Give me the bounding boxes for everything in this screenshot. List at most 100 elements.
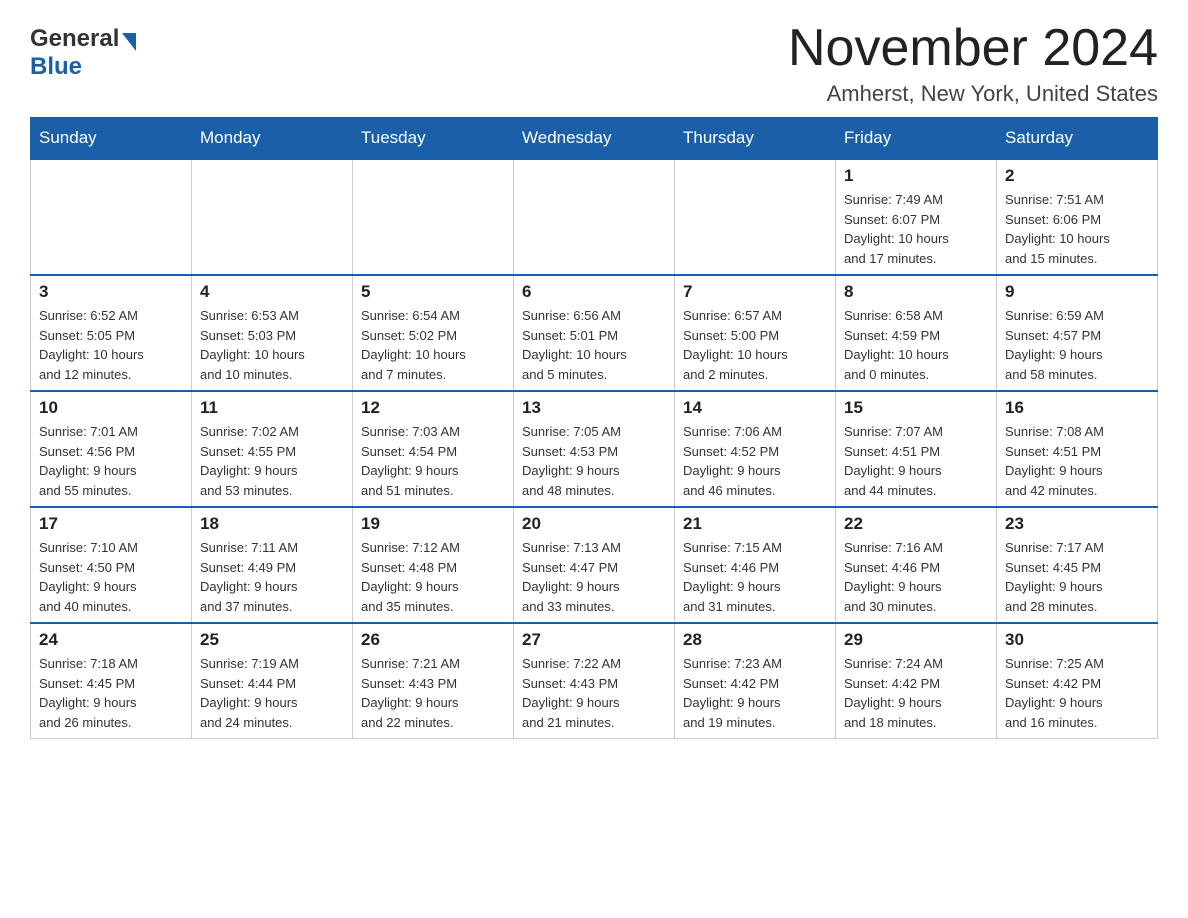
calendar-cell: 24 Sunrise: 7:18 AM Sunset: 4:45 PM Dayli… — [31, 623, 192, 739]
logo: General Blue — [30, 25, 136, 81]
day-info: Sunrise: 6:59 AM Sunset: 4:57 PM Dayligh… — [1005, 306, 1149, 384]
day-number: 26 — [361, 630, 505, 650]
day-info: Sunrise: 7:11 AM Sunset: 4:49 PM Dayligh… — [200, 538, 344, 616]
day-number: 3 — [39, 282, 183, 302]
day-info: Sunrise: 6:52 AM Sunset: 5:05 PM Dayligh… — [39, 306, 183, 384]
day-number: 2 — [1005, 166, 1149, 186]
day-number: 27 — [522, 630, 666, 650]
day-info: Sunrise: 7:19 AM Sunset: 4:44 PM Dayligh… — [200, 654, 344, 732]
day-number: 9 — [1005, 282, 1149, 302]
day-number: 29 — [844, 630, 988, 650]
day-info: Sunrise: 7:24 AM Sunset: 4:42 PM Dayligh… — [844, 654, 988, 732]
day-number: 15 — [844, 398, 988, 418]
calendar-cell: 27 Sunrise: 7:22 AM Sunset: 4:43 PM Dayli… — [514, 623, 675, 739]
calendar-cell: 12 Sunrise: 7:03 AM Sunset: 4:54 PM Dayli… — [353, 391, 514, 507]
calendar-cell: 30Sunrise: 7:25 AM Sunset: 4:42 PM Dayli… — [997, 623, 1158, 739]
day-number: 17 — [39, 514, 183, 534]
day-number: 4 — [200, 282, 344, 302]
week-row-5: 24 Sunrise: 7:18 AM Sunset: 4:45 PM Dayli… — [31, 623, 1158, 739]
calendar-cell: 2 Sunrise: 7:51 AM Sunset: 6:06 PM Daylig… — [997, 159, 1158, 275]
calendar-cell: 29 Sunrise: 7:24 AM Sunset: 4:42 PM Dayli… — [836, 623, 997, 739]
week-row-2: 3 Sunrise: 6:52 AM Sunset: 5:05 PM Daylig… — [31, 275, 1158, 391]
calendar-cell: 8 Sunrise: 6:58 AM Sunset: 4:59 PM Daylig… — [836, 275, 997, 391]
calendar-cell: 5Sunrise: 6:54 AM Sunset: 5:02 PM Daylig… — [353, 275, 514, 391]
day-info: Sunrise: 7:06 AM Sunset: 4:52 PM Dayligh… — [683, 422, 827, 500]
day-info: Sunrise: 7:49 AM Sunset: 6:07 PM Dayligh… — [844, 190, 988, 268]
calendar-cell: 7 Sunrise: 6:57 AM Sunset: 5:00 PM Daylig… — [675, 275, 836, 391]
calendar-cell: 28 Sunrise: 7:23 AM Sunset: 4:42 PM Dayli… — [675, 623, 836, 739]
calendar-cell: 21 Sunrise: 7:15 AM Sunset: 4:46 PM Dayli… — [675, 507, 836, 623]
weekday-header-thursday: Thursday — [675, 118, 836, 160]
day-number: 21 — [683, 514, 827, 534]
calendar-cell: 25 Sunrise: 7:19 AM Sunset: 4:44 PM Dayli… — [192, 623, 353, 739]
weekday-header-saturday: Saturday — [997, 118, 1158, 160]
day-info: Sunrise: 7:16 AM Sunset: 4:46 PM Dayligh… — [844, 538, 988, 616]
logo-general-text: General — [30, 25, 136, 53]
day-info: Sunrise: 7:51 AM Sunset: 6:06 PM Dayligh… — [1005, 190, 1149, 268]
weekday-header-sunday: Sunday — [31, 118, 192, 160]
day-number: 7 — [683, 282, 827, 302]
day-info: Sunrise: 7:02 AM Sunset: 4:55 PM Dayligh… — [200, 422, 344, 500]
calendar-cell: 18Sunrise: 7:11 AM Sunset: 4:49 PM Dayli… — [192, 507, 353, 623]
day-info: Sunrise: 6:54 AM Sunset: 5:02 PM Dayligh… — [361, 306, 505, 384]
month-title: November 2024 — [788, 20, 1158, 77]
calendar-cell: 26Sunrise: 7:21 AM Sunset: 4:43 PM Dayli… — [353, 623, 514, 739]
calendar-cell — [192, 159, 353, 275]
calendar-cell — [675, 159, 836, 275]
day-info: Sunrise: 6:53 AM Sunset: 5:03 PM Dayligh… — [200, 306, 344, 384]
day-info: Sunrise: 7:15 AM Sunset: 4:46 PM Dayligh… — [683, 538, 827, 616]
day-number: 1 — [844, 166, 988, 186]
calendar-cell: 3 Sunrise: 6:52 AM Sunset: 5:05 PM Daylig… — [31, 275, 192, 391]
logo-blue-text: Blue — [30, 53, 82, 81]
calendar-cell: 1 Sunrise: 7:49 AM Sunset: 6:07 PM Daylig… — [836, 159, 997, 275]
day-number: 23 — [1005, 514, 1149, 534]
day-info: Sunrise: 6:56 AM Sunset: 5:01 PM Dayligh… — [522, 306, 666, 384]
day-number: 20 — [522, 514, 666, 534]
day-info: Sunrise: 7:18 AM Sunset: 4:45 PM Dayligh… — [39, 654, 183, 732]
day-number: 6 — [522, 282, 666, 302]
day-number: 8 — [844, 282, 988, 302]
day-info: Sunrise: 7:07 AM Sunset: 4:51 PM Dayligh… — [844, 422, 988, 500]
weekday-header-tuesday: Tuesday — [353, 118, 514, 160]
day-info: Sunrise: 7:23 AM Sunset: 4:42 PM Dayligh… — [683, 654, 827, 732]
day-number: 30 — [1005, 630, 1149, 650]
calendar-cell: 15 Sunrise: 7:07 AM Sunset: 4:51 PM Dayli… — [836, 391, 997, 507]
day-number: 22 — [844, 514, 988, 534]
day-info: Sunrise: 6:58 AM Sunset: 4:59 PM Dayligh… — [844, 306, 988, 384]
day-number: 24 — [39, 630, 183, 650]
calendar-cell — [31, 159, 192, 275]
day-info: Sunrise: 7:22 AM Sunset: 4:43 PM Dayligh… — [522, 654, 666, 732]
calendar-cell: 9 Sunrise: 6:59 AM Sunset: 4:57 PM Daylig… — [997, 275, 1158, 391]
weekday-header-wednesday: Wednesday — [514, 118, 675, 160]
week-row-1: 1 Sunrise: 7:49 AM Sunset: 6:07 PM Daylig… — [31, 159, 1158, 275]
day-number: 12 — [361, 398, 505, 418]
calendar-cell — [514, 159, 675, 275]
day-number: 25 — [200, 630, 344, 650]
weekday-header-friday: Friday — [836, 118, 997, 160]
calendar-cell: 20 Sunrise: 7:13 AM Sunset: 4:47 PM Dayli… — [514, 507, 675, 623]
day-info: Sunrise: 7:17 AM Sunset: 4:45 PM Dayligh… — [1005, 538, 1149, 616]
day-info: Sunrise: 7:03 AM Sunset: 4:54 PM Dayligh… — [361, 422, 505, 500]
calendar-cell: 10 Sunrise: 7:01 AM Sunset: 4:56 PM Dayli… — [31, 391, 192, 507]
title-area: November 2024 Amherst, New York, United … — [788, 20, 1158, 107]
day-info: Sunrise: 7:10 AM Sunset: 4:50 PM Dayligh… — [39, 538, 183, 616]
calendar-cell: 6 Sunrise: 6:56 AM Sunset: 5:01 PM Daylig… — [514, 275, 675, 391]
day-info: Sunrise: 7:12 AM Sunset: 4:48 PM Dayligh… — [361, 538, 505, 616]
day-number: 28 — [683, 630, 827, 650]
weekday-header-monday: Monday — [192, 118, 353, 160]
calendar-cell: 4 Sunrise: 6:53 AM Sunset: 5:03 PM Daylig… — [192, 275, 353, 391]
day-info: Sunrise: 7:13 AM Sunset: 4:47 PM Dayligh… — [522, 538, 666, 616]
day-number: 11 — [200, 398, 344, 418]
calendar-table: SundayMondayTuesdayWednesdayThursdayFrid… — [30, 117, 1158, 739]
day-number: 16 — [1005, 398, 1149, 418]
day-info: Sunrise: 7:01 AM Sunset: 4:56 PM Dayligh… — [39, 422, 183, 500]
day-number: 19 — [361, 514, 505, 534]
calendar-cell: 13Sunrise: 7:05 AM Sunset: 4:53 PM Dayli… — [514, 391, 675, 507]
day-number: 14 — [683, 398, 827, 418]
calendar-cell — [353, 159, 514, 275]
day-info: Sunrise: 6:57 AM Sunset: 5:00 PM Dayligh… — [683, 306, 827, 384]
day-number: 10 — [39, 398, 183, 418]
page-header: General Blue November 2024 Amherst, New … — [30, 20, 1158, 107]
calendar-cell: 19 Sunrise: 7:12 AM Sunset: 4:48 PM Dayli… — [353, 507, 514, 623]
calendar-cell: 11 Sunrise: 7:02 AM Sunset: 4:55 PM Dayli… — [192, 391, 353, 507]
